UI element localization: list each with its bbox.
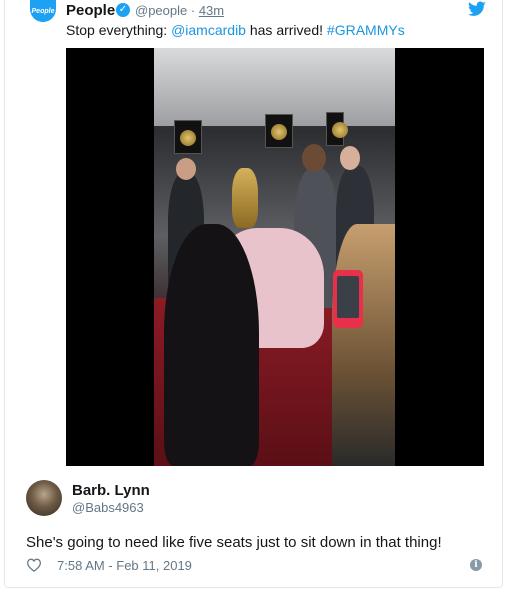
video-player[interactable]: [66, 48, 484, 466]
meta-separator: ·: [187, 3, 199, 18]
quoted-author-handle[interactable]: @people: [135, 3, 187, 18]
hashtag-link[interactable]: #GRAMMYs: [327, 22, 405, 38]
reply-text: She's going to need like five seats just…: [26, 534, 442, 551]
suited-man-head: [302, 144, 326, 172]
quoted-author-meta: @people · 43m: [135, 3, 224, 18]
twitter-bird-icon[interactable]: [468, 1, 486, 17]
braided-hair-foreground: [164, 224, 259, 466]
reply-author-name[interactable]: Barb. Lynn: [72, 482, 150, 499]
info-icon[interactable]: i: [470, 559, 482, 571]
gramophone-plaque: [174, 120, 202, 154]
verified-badge-icon: ✓: [116, 3, 130, 17]
quoted-tweet-text: Stop everything: @iamcardib has arrived!…: [66, 22, 405, 38]
bystander-head: [340, 146, 360, 170]
tweet-text-lead: Stop everything:: [66, 22, 172, 38]
video-frame: [154, 48, 395, 466]
mention-link[interactable]: @iamcardib: [171, 22, 246, 38]
phone-screen: [337, 276, 359, 318]
phone-in-hand: [333, 270, 363, 328]
headpiece: [232, 168, 258, 228]
gramophone-plaque: [326, 112, 348, 146]
reply-author-handle[interactable]: @Babs4963: [72, 500, 144, 515]
bystander-head: [176, 158, 196, 180]
quoted-tweet-time[interactable]: 43m: [199, 3, 224, 18]
reply-timestamp[interactable]: 7:58 AM - Feb 11, 2019: [57, 558, 192, 573]
tweet-text-middle: has arrived!: [245, 22, 327, 38]
quoted-author-name[interactable]: People: [66, 2, 115, 19]
gramophone-plaque: [265, 114, 293, 148]
heart-outline-icon[interactable]: [26, 558, 42, 572]
reply-avatar[interactable]: [26, 480, 62, 516]
blonde-hair-foreground: [332, 224, 395, 466]
